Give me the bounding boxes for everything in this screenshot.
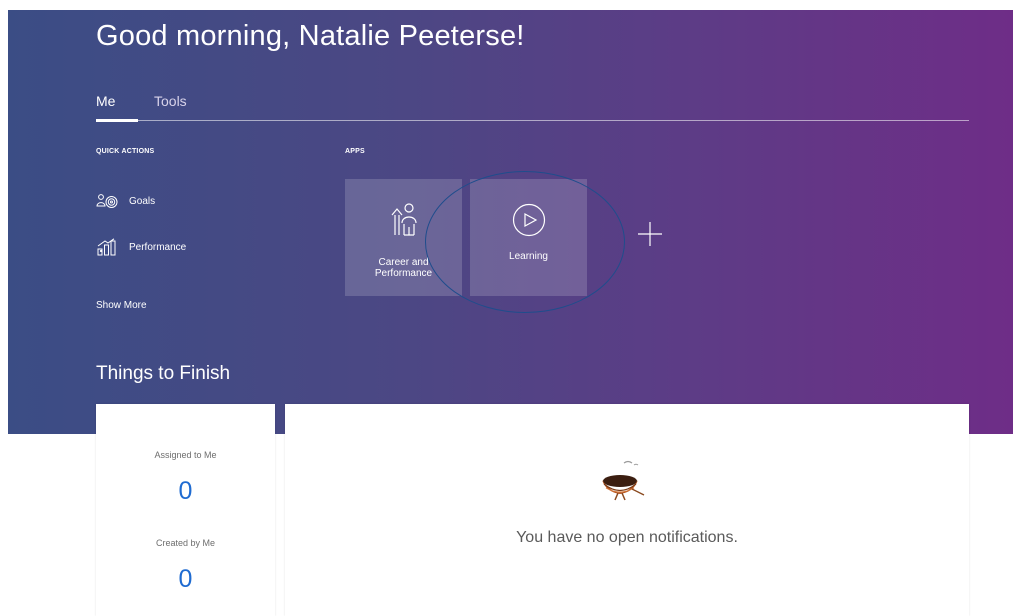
plus-icon[interactable]: [636, 220, 664, 248]
quick-actions-heading: QUICK ACTIONS: [96, 148, 155, 155]
app-tile-label-line2: Performance: [374, 268, 433, 279]
app-tile-label: Learning: [509, 251, 548, 262]
performance-chart-icon: [96, 237, 118, 257]
quick-action-performance[interactable]: Performance: [96, 236, 186, 258]
bird-nest-icon: [594, 459, 654, 506]
play-circle-icon: [470, 203, 587, 237]
goals-icon: [96, 191, 118, 211]
assigned-to-me-count[interactable]: 0: [96, 477, 275, 506]
notifications-card: You have no open notifications.: [285, 404, 969, 616]
quick-action-label: Goals: [129, 195, 156, 207]
created-by-me-label[interactable]: Created by Me: [96, 538, 275, 548]
quick-action-goals[interactable]: Goals: [96, 190, 155, 212]
assigned-to-me-label[interactable]: Assigned to Me: [96, 450, 275, 460]
apps-heading: APPS: [345, 148, 365, 155]
app-tile-learning[interactable]: Learning: [470, 179, 587, 296]
tab-bar-divider: [138, 120, 969, 121]
app-tile-career-and-performance[interactable]: Career and Performance: [345, 179, 462, 296]
quick-action-label: Performance: [129, 241, 187, 253]
tab-tools[interactable]: Tools: [154, 93, 187, 109]
created-by-me-count[interactable]: 0: [96, 565, 275, 594]
app-tile-label-line1: Career and: [378, 257, 429, 268]
greeting-title: Good morning, Natalie Peeterse!: [96, 20, 525, 52]
task-counts-card: Assigned to Me 0 Created by Me 0: [96, 404, 275, 616]
career-performance-icon: [345, 203, 462, 237]
tab-me[interactable]: Me: [96, 93, 115, 109]
empty-notifications-message: You have no open notifications.: [516, 529, 738, 546]
active-tab-indicator: [96, 119, 138, 122]
show-more-link[interactable]: Show More: [96, 300, 147, 311]
things-to-finish-title: Things to Finish: [96, 363, 231, 384]
